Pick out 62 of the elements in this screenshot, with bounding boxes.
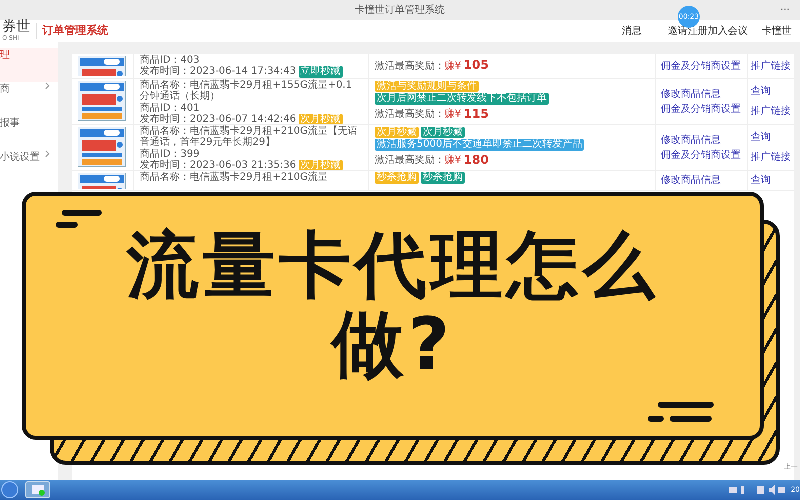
- action-link[interactable]: 修改商品信息: [661, 86, 742, 102]
- reward-amount: 180: [464, 154, 489, 168]
- action-link[interactable]: 佣金及分销商设置: [661, 148, 742, 162]
- window-title: 卡憧世订单管理系统: [355, 4, 445, 18]
- banner-title: 流量卡代理怎么: [127, 226, 659, 306]
- info-text: 发布时间：2023-06-14 17:34:43: [140, 66, 296, 78]
- logo-text: 券世: [2, 20, 30, 34]
- action-link[interactable]: 佣金及分销商设置: [661, 102, 742, 116]
- rule-tag: 次月秒藏: [421, 126, 465, 138]
- app-icon[interactable]: [25, 481, 51, 499]
- sidebar-item[interactable]: 商: [0, 82, 58, 116]
- tray-icons[interactable]: [729, 485, 786, 495]
- action-link[interactable]: 推广链接: [751, 58, 791, 74]
- action-link[interactable]: 修改商品信息: [661, 173, 742, 188]
- header-link[interactable]: 卡憧世: [762, 24, 792, 38]
- reward-amount: 115: [464, 108, 489, 122]
- action-link[interactable]: 查询: [751, 173, 791, 188]
- action-link[interactable]: 推广链接: [751, 150, 791, 166]
- action-link[interactable]: 佣金及分销商设置: [661, 58, 742, 74]
- info-text: 商品ID：403: [140, 55, 200, 66]
- dash-mark: [648, 416, 664, 422]
- info-text: 商品名称：电信蓝翡卡29月租+210G流量: [140, 172, 328, 184]
- reward-label: 激活最高奖励：: [375, 60, 445, 74]
- action-link[interactable]: 推广链接: [751, 104, 791, 120]
- rule-tag: 秒杀抢购: [421, 172, 465, 184]
- action-link[interactable]: 查询: [751, 84, 791, 99]
- info-text: 发布时间：2023-06-07 14:42:46: [140, 114, 296, 124]
- sidebar-item[interactable]: 小说设置: [0, 150, 58, 184]
- rule-tag: 次月后网禁止二次转发线下不包括订单: [375, 93, 549, 105]
- message-label[interactable]: 消息: [622, 24, 642, 38]
- chevron-icon: [45, 82, 50, 90]
- rule-tag: 激活与奖励规则与条件: [375, 80, 479, 92]
- more-menu[interactable]: ···: [780, 3, 790, 18]
- currency-prefix: 赚¥: [445, 60, 462, 74]
- info-text: 商品名称：电信蓝翡卡29月租+210G流量【无语音通话，首年29元年长期29】: [140, 126, 359, 148]
- action-link[interactable]: 查询: [751, 130, 791, 145]
- info-text: 商品ID：401: [140, 102, 200, 114]
- status-tag: 次月秒藏: [298, 160, 343, 170]
- rule-tag: 激活服务5000后不交通单即禁止二次转发产品: [375, 139, 584, 151]
- app-title: 订单管理系统: [36, 22, 108, 40]
- status-tag: 次月秒藏: [298, 114, 343, 124]
- currency-prefix: 赚¥: [445, 154, 462, 168]
- currency-prefix: 赚¥: [445, 108, 462, 122]
- banner-title: 做?: [332, 305, 454, 384]
- dash-mark: [62, 210, 102, 216]
- chevron-icon: [45, 150, 50, 158]
- reward-amount: 105: [464, 59, 489, 73]
- info-text: 商品ID：399: [140, 148, 200, 160]
- info-text: 发布时间：2023-06-03 21:35:36: [140, 160, 296, 170]
- info-text: 商品名称：电信蓝翡卡29月租+155G流量+0.1分钟通话（长期）: [140, 80, 354, 102]
- status-tag: 立即秒藏: [298, 66, 343, 78]
- dash-mark: [670, 416, 712, 422]
- reward-label: 激活最高奖励：: [375, 154, 445, 168]
- dash-mark: [56, 222, 78, 228]
- sidebar-item[interactable]: 理: [0, 48, 58, 82]
- rule-tag: 次月秒藏: [375, 126, 419, 138]
- start-button[interactable]: [1, 481, 19, 499]
- sidebar-item[interactable]: 报事: [0, 116, 58, 150]
- dash-mark: [658, 402, 714, 408]
- reward-label: 激活最高奖励：: [375, 108, 445, 122]
- rule-tag: 秒杀抢购: [375, 172, 419, 184]
- action-link[interactable]: 修改商品信息: [661, 132, 742, 148]
